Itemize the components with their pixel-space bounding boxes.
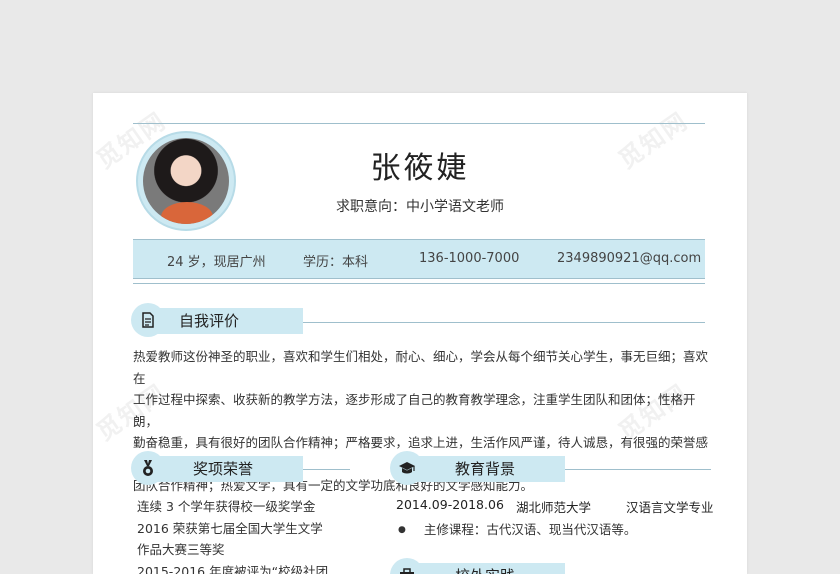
education-courses: ● 主修课程：古代汉语、现当代汉语等。 [398,519,636,538]
education-title: 教育背景 [411,456,565,482]
info-bar: 24 岁，现居广州 学历：本科 136-1000-7000 2349890921… [133,239,705,279]
courses-text: 主修课程：古代汉语、现当代汉语等。 [423,522,637,537]
award-item: 2016 荣获第七届全国大学生文学 [137,520,323,536]
info-divider [133,283,705,284]
education-major: 汉语言文学专业 [626,500,714,515]
briefcase-icon [390,558,424,574]
award-item: 作品大赛三等奖 [137,542,225,557]
email-address: 2349890921@qq.com [557,251,702,266]
awards-title: 奖项荣誉 [151,456,303,482]
award-item: 连续 3 个学年获得校一级奖学金 [137,499,316,514]
header-divider [133,123,705,124]
phone-number: 136-1000-7000 [419,251,520,266]
job-intent: 求职意向：中小学语文老师 [336,199,504,215]
award-item: 2015-2016 年度被评为“校级社团 [137,563,329,574]
campus-title: 校外实践 [411,563,565,574]
graduation-cap-icon [390,451,424,485]
self-eval-title: 自我评价 [151,308,303,334]
medal-icon [131,451,165,485]
education-period: 2014.09-2018.06 [396,497,504,512]
candidate-name: 张筱婕 [370,151,470,186]
education-school: 湖北师范大学 [516,500,592,515]
self-eval-line-2: 工作过程中探索、收获新的教学方法，逐步形成了自己的教育教学理念，注重学生团队和团… [133,392,696,429]
document-icon [131,303,165,337]
age-location: 24 岁，现居广州 [167,255,266,270]
awards-list: 连续 3 个学年获得校一级奖学金 2016 荣获第七届全国大学生文学 作品大赛三… [137,496,328,574]
bullet: ● [398,525,406,535]
education-level: 学历：本科 [303,255,369,270]
self-eval-line-1: 热爱教师这份神圣的职业，喜欢和学生们相处，耐心、细心，学会从每个细节关心学生，事… [133,349,709,386]
resume-page: 觅知网 觅知网 觅知网 觅知网 张筱婕 求职意向：中小学语文老师 24 岁，现居… [93,93,747,574]
